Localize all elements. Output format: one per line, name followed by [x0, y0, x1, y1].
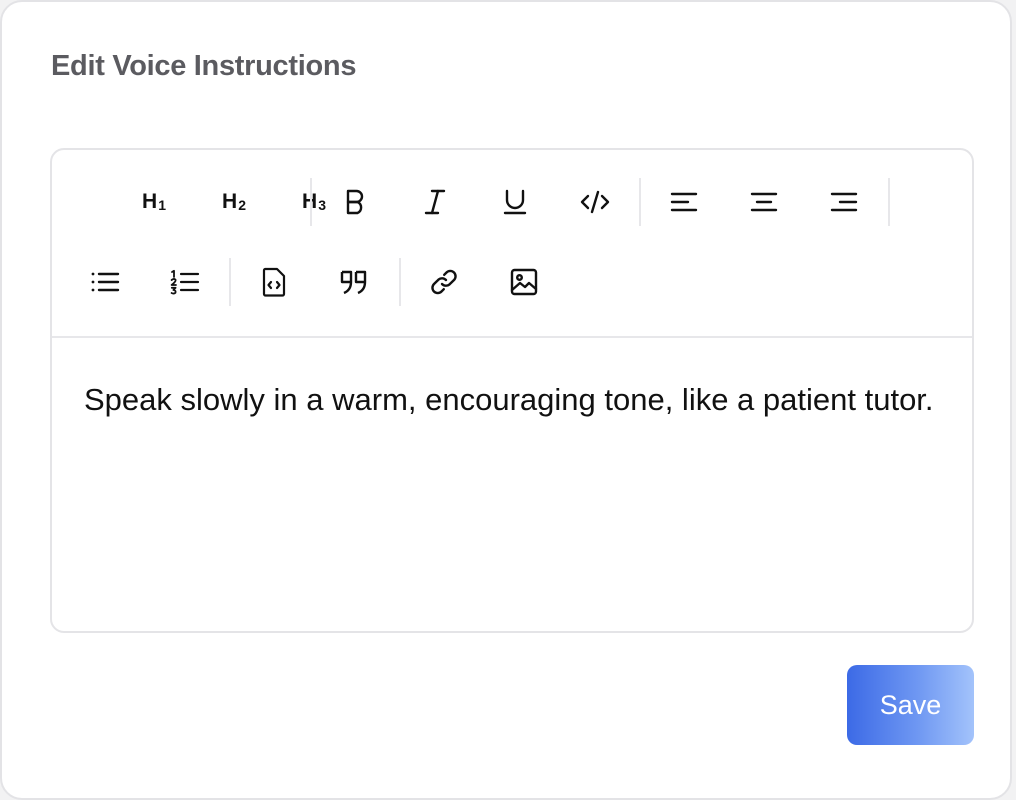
toolbar-divider: [399, 258, 401, 306]
heading1-level: 1: [158, 197, 166, 213]
bold-button[interactable]: [327, 176, 383, 228]
heading2-button[interactable]: H2: [206, 176, 262, 228]
bold-icon: [346, 189, 364, 215]
ordered-list-icon: [170, 269, 200, 295]
code-icon: [580, 190, 610, 214]
bullet-list-button[interactable]: [77, 256, 133, 308]
align-left-icon: [670, 192, 698, 212]
align-right-button[interactable]: [816, 176, 872, 228]
align-left-button[interactable]: [656, 176, 712, 228]
link-button[interactable]: [416, 256, 472, 308]
italic-icon: [424, 189, 446, 215]
editor-content[interactable]: Speak slowly in a warm, encouraging tone…: [84, 368, 944, 432]
bullet-list-icon: [91, 272, 120, 292]
link-icon: [431, 269, 457, 295]
ordered-list-button[interactable]: [157, 256, 213, 308]
editor-toolbar: H1 H2 H3: [52, 150, 972, 338]
blockquote-button[interactable]: [326, 256, 382, 308]
toolbar-divider: [310, 178, 312, 226]
heading1-icon: H1: [142, 190, 166, 214]
code-block-button[interactable]: [246, 256, 302, 308]
heading1-button[interactable]: H1: [126, 176, 182, 228]
heading3-icon: H3: [302, 190, 326, 214]
toolbar-divider: [229, 258, 231, 306]
heading2-letter: H: [222, 190, 238, 213]
heading2-level: 2: [238, 197, 246, 213]
toolbar-divider: [888, 178, 890, 226]
italic-button[interactable]: [407, 176, 463, 228]
blockquote-icon: [340, 270, 367, 295]
image-button[interactable]: [496, 256, 552, 308]
toolbar-divider: [639, 178, 641, 226]
image-icon: [510, 268, 538, 296]
underline-icon: [503, 189, 527, 215]
rich-text-editor: H1 H2 H3: [50, 148, 974, 633]
align-center-button[interactable]: [736, 176, 792, 228]
underline-button[interactable]: [487, 176, 543, 228]
save-button[interactable]: Save: [847, 665, 974, 745]
align-right-icon: [830, 192, 858, 212]
code-button[interactable]: [567, 176, 623, 228]
dialog-title: Edit Voice Instructions: [51, 50, 357, 82]
heading3-level: 3: [318, 197, 326, 213]
align-center-icon: [750, 192, 778, 212]
heading2-icon: H2: [222, 190, 246, 214]
dialog-card: Edit Voice Instructions H1 H2 H3: [0, 0, 1012, 800]
heading1-letter: H: [142, 190, 158, 213]
code-block-icon: [262, 267, 286, 297]
